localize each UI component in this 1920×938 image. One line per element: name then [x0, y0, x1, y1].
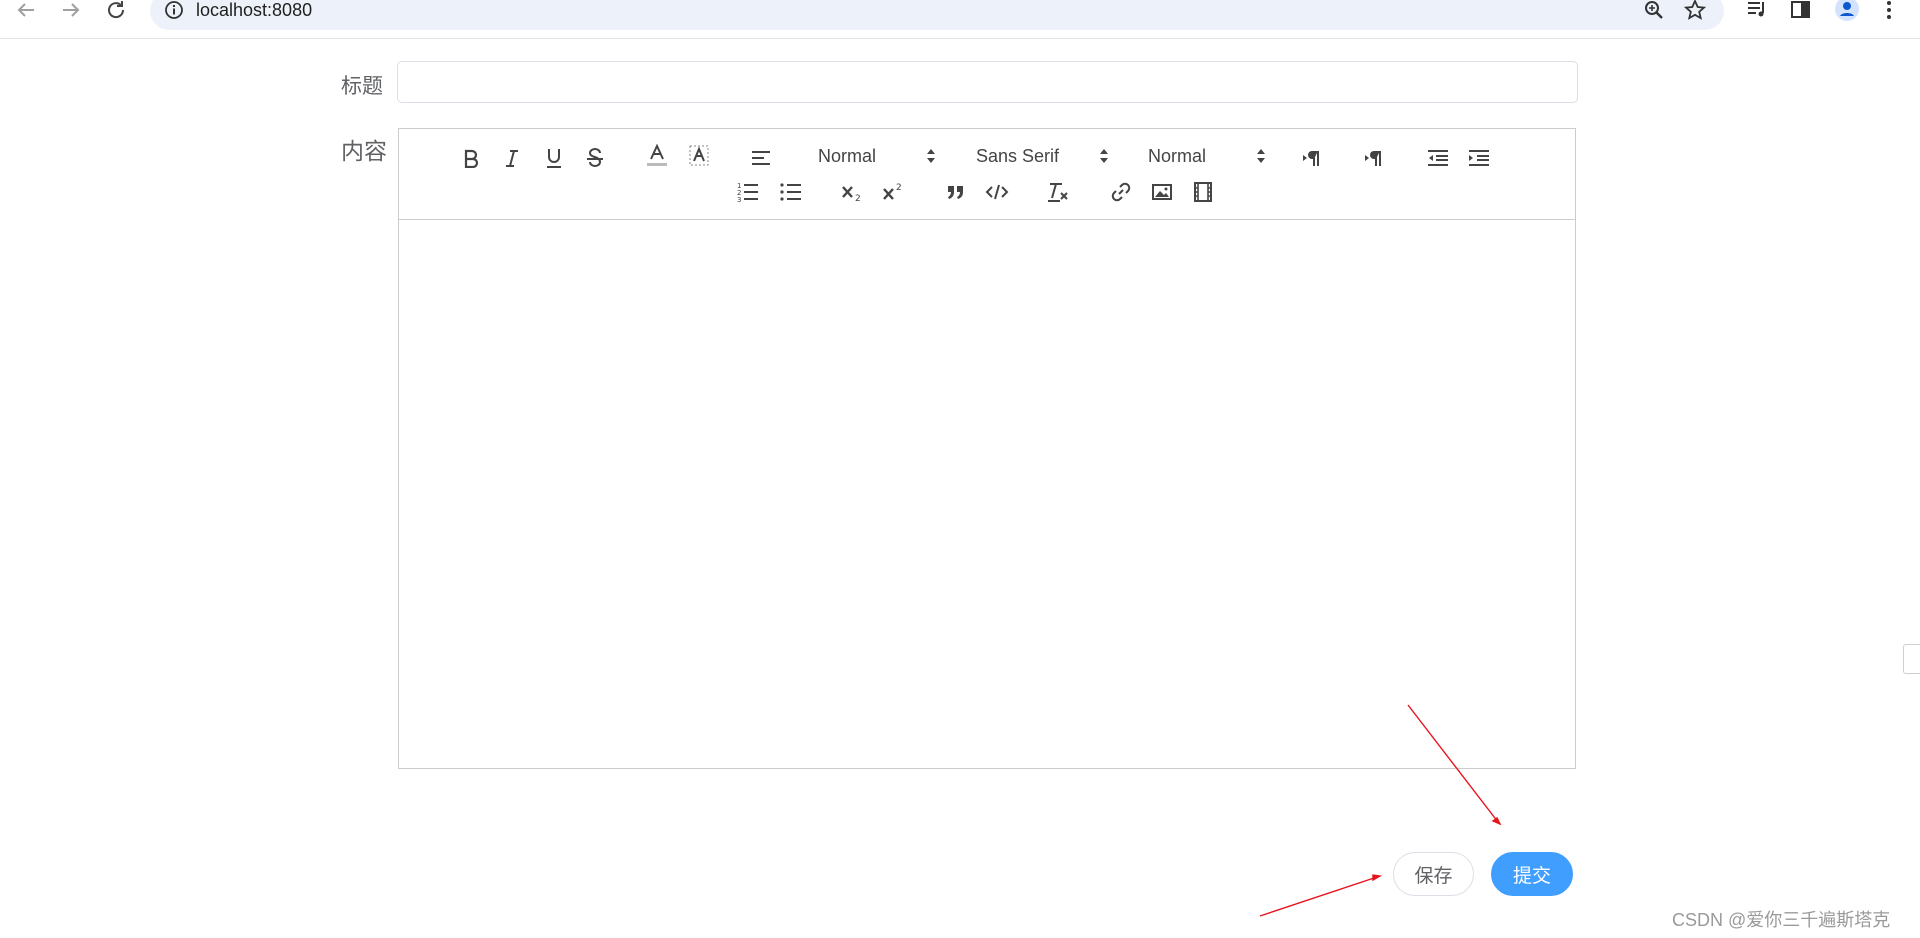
image-icon[interactable] [1148, 179, 1176, 205]
header-picker[interactable]: Normal [818, 143, 938, 169]
title-input[interactable] [397, 61, 1578, 103]
svg-text:3: 3 [737, 196, 741, 203]
strike-icon[interactable] [581, 145, 609, 171]
direction-rtl-icon[interactable] [1361, 145, 1389, 171]
side-widget-tab[interactable] [1903, 644, 1920, 674]
size-picker[interactable]: Normal [1148, 143, 1268, 169]
superscript-icon[interactable]: 2 [880, 179, 908, 205]
svg-text:2: 2 [855, 194, 861, 203]
italic-icon[interactable] [498, 145, 526, 171]
url-text[interactable]: localhost:8080 [196, 0, 312, 21]
menu-icon[interactable] [1884, 0, 1894, 20]
bullet-list-icon[interactable] [777, 179, 805, 205]
save-button[interactable]: 保存 [1393, 852, 1474, 896]
profile-icon[interactable] [1834, 0, 1860, 22]
ordered-list-icon[interactable]: 123 [734, 179, 762, 205]
info-icon[interactable] [164, 0, 184, 20]
media-icon[interactable] [1746, 0, 1768, 20]
background-color-icon[interactable] [685, 143, 713, 169]
submit-button[interactable]: 提交 [1491, 852, 1573, 896]
outdent-icon[interactable] [1424, 145, 1452, 171]
forward-arrow-icon[interactable] [59, 0, 89, 24]
align-icon[interactable] [747, 145, 775, 171]
subscript-icon[interactable]: 2 [839, 179, 867, 205]
indent-icon[interactable] [1465, 145, 1493, 171]
picker-arrows-icon [1255, 147, 1267, 170]
picker-arrows-icon [1098, 147, 1110, 170]
size-picker-label: Normal [1148, 145, 1207, 166]
link-icon[interactable] [1107, 179, 1135, 205]
video-icon[interactable] [1189, 179, 1217, 205]
svg-text:2: 2 [896, 183, 902, 193]
editor-content[interactable] [399, 220, 1575, 768]
font-color-icon[interactable] [643, 143, 671, 169]
address-bar[interactable]: localhost:8080 [150, 0, 1724, 30]
arrow-to-save [1259, 874, 1383, 917]
picker-arrows-icon [925, 147, 937, 170]
star-icon[interactable] [1684, 0, 1706, 21]
side-panel-icon[interactable] [1790, 0, 1812, 20]
blockquote-icon[interactable] [942, 179, 970, 205]
watermark: CSDN @爱你三千遍斯塔克 [1672, 910, 1891, 930]
code-block-icon[interactable] [983, 179, 1011, 205]
content-label: 内容 [341, 138, 387, 164]
back-arrow-icon[interactable] [14, 0, 44, 24]
clean-format-icon[interactable] [1044, 179, 1072, 205]
browser-toolbar: localhost:8080 [0, 0, 1920, 39]
bold-icon[interactable] [457, 145, 485, 171]
zoom-icon[interactable] [1643, 0, 1665, 21]
font-picker[interactable]: Sans Serif [976, 143, 1111, 169]
direction-ltr-icon[interactable] [1299, 145, 1327, 171]
reload-icon[interactable] [105, 0, 135, 24]
title-label: 标题 [341, 75, 383, 98]
font-picker-label: Sans Serif [976, 145, 1060, 166]
header-picker-label: Normal [818, 145, 877, 166]
underline-icon[interactable] [540, 145, 568, 171]
rich-text-editor: Normal Sans Serif Normal 1 2 3 2 2 [398, 128, 1576, 769]
editor-toolbar: Normal Sans Serif Normal 1 2 3 2 2 [399, 129, 1575, 220]
